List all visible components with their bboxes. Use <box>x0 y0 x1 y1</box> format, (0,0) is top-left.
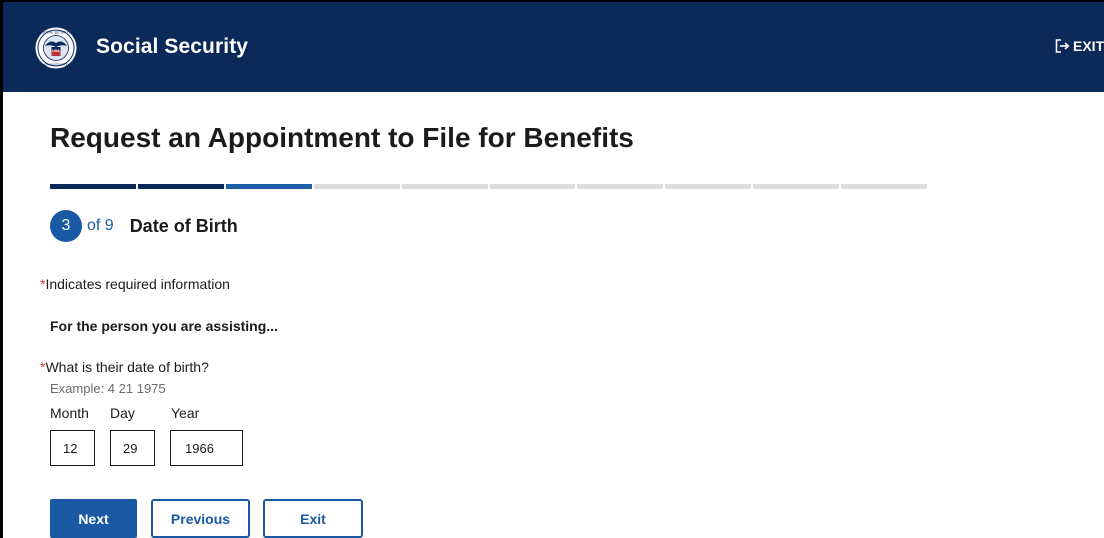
day-input[interactable] <box>110 430 155 466</box>
progress-segment <box>489 184 576 189</box>
progress-segment-current <box>225 184 312 189</box>
previous-button[interactable]: Previous <box>151 499 250 538</box>
progress-segment <box>577 184 664 189</box>
progress-segment <box>753 184 840 189</box>
site-brand-title[interactable]: Social Security <box>96 35 248 59</box>
dob-question-text: What is their date of birth? <box>45 359 209 375</box>
svg-text:ADMINISTRATION: ADMINISTRATION <box>43 63 68 67</box>
step-indicator: 3 of 9 Date of Birth <box>50 210 238 242</box>
progress-segment <box>313 184 400 189</box>
exit-button[interactable]: Exit <box>263 499 363 538</box>
progress-bar <box>50 184 928 189</box>
day-label: Day <box>110 405 135 421</box>
site-header: SOCIAL SECURITY ADMINISTRATION USA Socia… <box>3 2 1104 92</box>
next-button[interactable]: Next <box>50 499 137 538</box>
required-info-text: Indicates required information <box>45 276 230 292</box>
header-exit-label: EXIT <box>1073 38 1104 54</box>
month-input[interactable] <box>50 430 95 466</box>
header-exit-link[interactable]: EXIT <box>1055 38 1104 54</box>
page-title: Request an Appointment to File for Benef… <box>50 122 634 153</box>
dob-example-hint: Example: 4 21 1975 <box>50 381 166 396</box>
progress-segment <box>50 184 136 189</box>
svg-text:USA: USA <box>52 49 60 53</box>
step-number-badge: 3 <box>50 210 82 242</box>
year-input[interactable] <box>170 430 243 466</box>
month-label: Month <box>50 405 89 421</box>
ssa-seal-logo[interactable]: SOCIAL SECURITY ADMINISTRATION USA <box>35 27 77 69</box>
progress-segment <box>137 184 224 189</box>
step-of-total: of 9 <box>87 217 114 234</box>
dob-question: *What is their date of birth? <box>40 359 209 375</box>
progress-segment <box>665 184 752 189</box>
section-label: For the person you are assisting... <box>50 318 278 334</box>
progress-segment <box>401 184 488 189</box>
step-title: Date of Birth <box>129 215 238 236</box>
progress-segment <box>841 184 928 189</box>
required-info-note: *Indicates required information <box>40 276 230 292</box>
exit-icon <box>1055 39 1070 53</box>
year-label: Year <box>171 405 200 421</box>
svg-text:SOCIAL SECURITY: SOCIAL SECURITY <box>42 31 71 35</box>
